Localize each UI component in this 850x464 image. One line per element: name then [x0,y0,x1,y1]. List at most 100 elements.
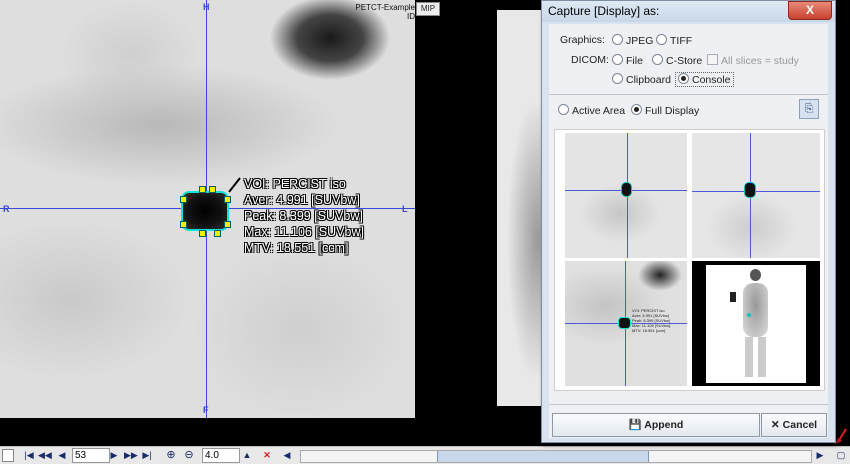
preview-panel-coronal [565,133,687,258]
tiff-option[interactable]: TIFF [656,34,692,47]
first-slice-icon[interactable]: |◀ [24,449,34,462]
cstore-option[interactable]: C-Store [652,54,702,67]
jpeg-option[interactable]: JPEG [612,34,653,47]
mip-button[interactable]: MIP [416,2,440,16]
voi-handle[interactable] [199,230,206,237]
horizontal-scrollbar[interactable] [300,450,812,463]
all-slices-label: All slices = study [721,55,799,67]
preview-panel-transaxial: VOI: PERCIST iso Aver: 4.991 [SUVbw] Pea… [565,261,687,386]
voi-mtv: MTV: 18.551 [ccm] [244,241,349,255]
console-label: Console [692,74,731,86]
jpeg-label: JPEG [626,35,654,47]
file-option[interactable]: File [612,54,643,67]
voi-statistics: VOI: PERCIST iso Aver: 4.991 [SUVbw] Pea… [244,176,364,256]
dicom-label: DICOM: [571,54,609,66]
series-title: PETCT-Example [355,3,415,12]
fast-back-icon[interactable]: ◀◀ [38,449,52,462]
cstore-radio[interactable] [652,54,663,65]
active-area-radio[interactable] [558,104,569,115]
orientation-left: R [3,204,10,214]
preview-voi-text: VOI: PERCIST iso Aver: 4.991 [SUVbw] Pea… [632,308,670,333]
secondary-viewport[interactable] [497,10,547,406]
voi-name: VOI: PERCIST iso [244,177,346,191]
voi-peak: Peak: 8.399 [SUVbw] [244,209,363,223]
tiff-label: TIFF [670,35,693,47]
voi-handle[interactable] [209,186,216,193]
voi-handle[interactable] [224,221,231,228]
voi-handle[interactable] [199,186,206,193]
append-button[interactable]: 💾 Append [552,413,760,437]
preview-mip-image [706,265,806,383]
full-display-option[interactable]: Full Display [631,104,699,117]
full-display-label: Full Display [645,105,700,117]
up-icon[interactable]: ▲ [242,449,252,462]
next-slice-icon[interactable]: ▶ [110,449,118,462]
dialog-content: Graphics: JPEG TIFF DICOM: File C-Store … [549,24,828,438]
cancel-button[interactable]: ✕ Cancel [761,413,827,437]
jpeg-radio[interactable] [612,34,623,45]
scrollbar-thumb[interactable] [437,451,649,462]
preview-panel-sagittal [692,133,820,258]
preview-crosshair [692,191,820,192]
active-area-label: Active Area [572,105,626,117]
scroll-left-icon[interactable]: ◀ [283,449,291,462]
fast-forward-icon[interactable]: ▶▶ [124,449,138,462]
pet-viewport[interactable]: H F R L PETCT-Example ID VOI: PERCIST is… [0,0,415,418]
preview-mip-lesion [747,313,751,317]
console-radio[interactable] [678,73,689,84]
last-slice-icon[interactable]: ▶| [142,449,152,462]
cstore-label: C-Store [666,55,703,67]
full-display-radio[interactable] [631,104,642,115]
copy-icon[interactable]: ⎘ [799,99,819,119]
voi-handle[interactable] [224,196,231,203]
all-slices-option[interactable]: All slices = study [707,54,799,67]
cancel-label: Cancel [782,419,818,431]
capture-dialog: Capture [Display] as: X Graphics: JPEG T… [541,0,836,443]
close-button[interactable]: X [788,1,832,20]
file-radio[interactable] [612,54,623,65]
orientation-bottom: F [203,405,209,415]
layout-box-icon[interactable] [2,449,14,462]
divider [549,94,828,95]
voi-handle[interactable] [214,230,221,237]
dialog-titlebar[interactable]: Capture [Display] as: X [542,1,835,22]
file-label: File [626,55,643,67]
preview-mip-hotspot [730,292,736,302]
zoom-input[interactable]: 4.0 [202,448,240,463]
all-slices-checkbox[interactable] [707,54,718,65]
preview-mip-leg [745,337,753,377]
series-id: ID [407,12,415,21]
voi-average: Aver: 4.991 [SUVbw] [244,193,360,207]
preview-lesion [619,318,630,328]
divider [549,404,828,405]
clipboard-label: Clipboard [626,74,671,86]
console-option[interactable]: Console [675,72,734,87]
preview-mip-leg [758,337,766,377]
preview-lesion [622,183,631,196]
cancel-x-icon: ✕ [770,419,780,431]
tiff-radio[interactable] [656,34,667,45]
voi-handle[interactable] [180,196,187,203]
scroll-right-icon[interactable]: ▶ [816,449,824,462]
preview-voi-line: MTV: 18.551 [ccm] [632,328,666,333]
clipboard-radio[interactable] [612,73,623,84]
zoom-out-icon[interactable]: ⊖ [183,449,195,462]
orientation-top: H [203,2,210,12]
red-arrow-icon [835,428,847,444]
preview-lesion [745,183,755,197]
preview-mip-head [750,269,761,281]
prev-slice-icon[interactable]: ◀ [58,449,66,462]
clipboard-option[interactable]: Clipboard [612,73,671,86]
series-label: PETCT-Example ID [315,3,415,21]
voi-max: Max: 11.106 [SUVbw] [244,225,364,239]
window-icon[interactable]: ▢ [836,449,846,462]
slice-input[interactable]: 53 [72,448,110,463]
append-label: Append [644,419,684,431]
preview-mip-torso [743,283,768,337]
active-area-option[interactable]: Active Area [558,104,625,117]
dialog-title: Capture [Display] as: [548,4,660,18]
voi-handle[interactable] [180,221,187,228]
voi-contour[interactable] [183,193,227,229]
zoom-in-icon[interactable]: ⊕ [165,449,177,462]
reset-icon[interactable]: ✕ [262,449,272,462]
